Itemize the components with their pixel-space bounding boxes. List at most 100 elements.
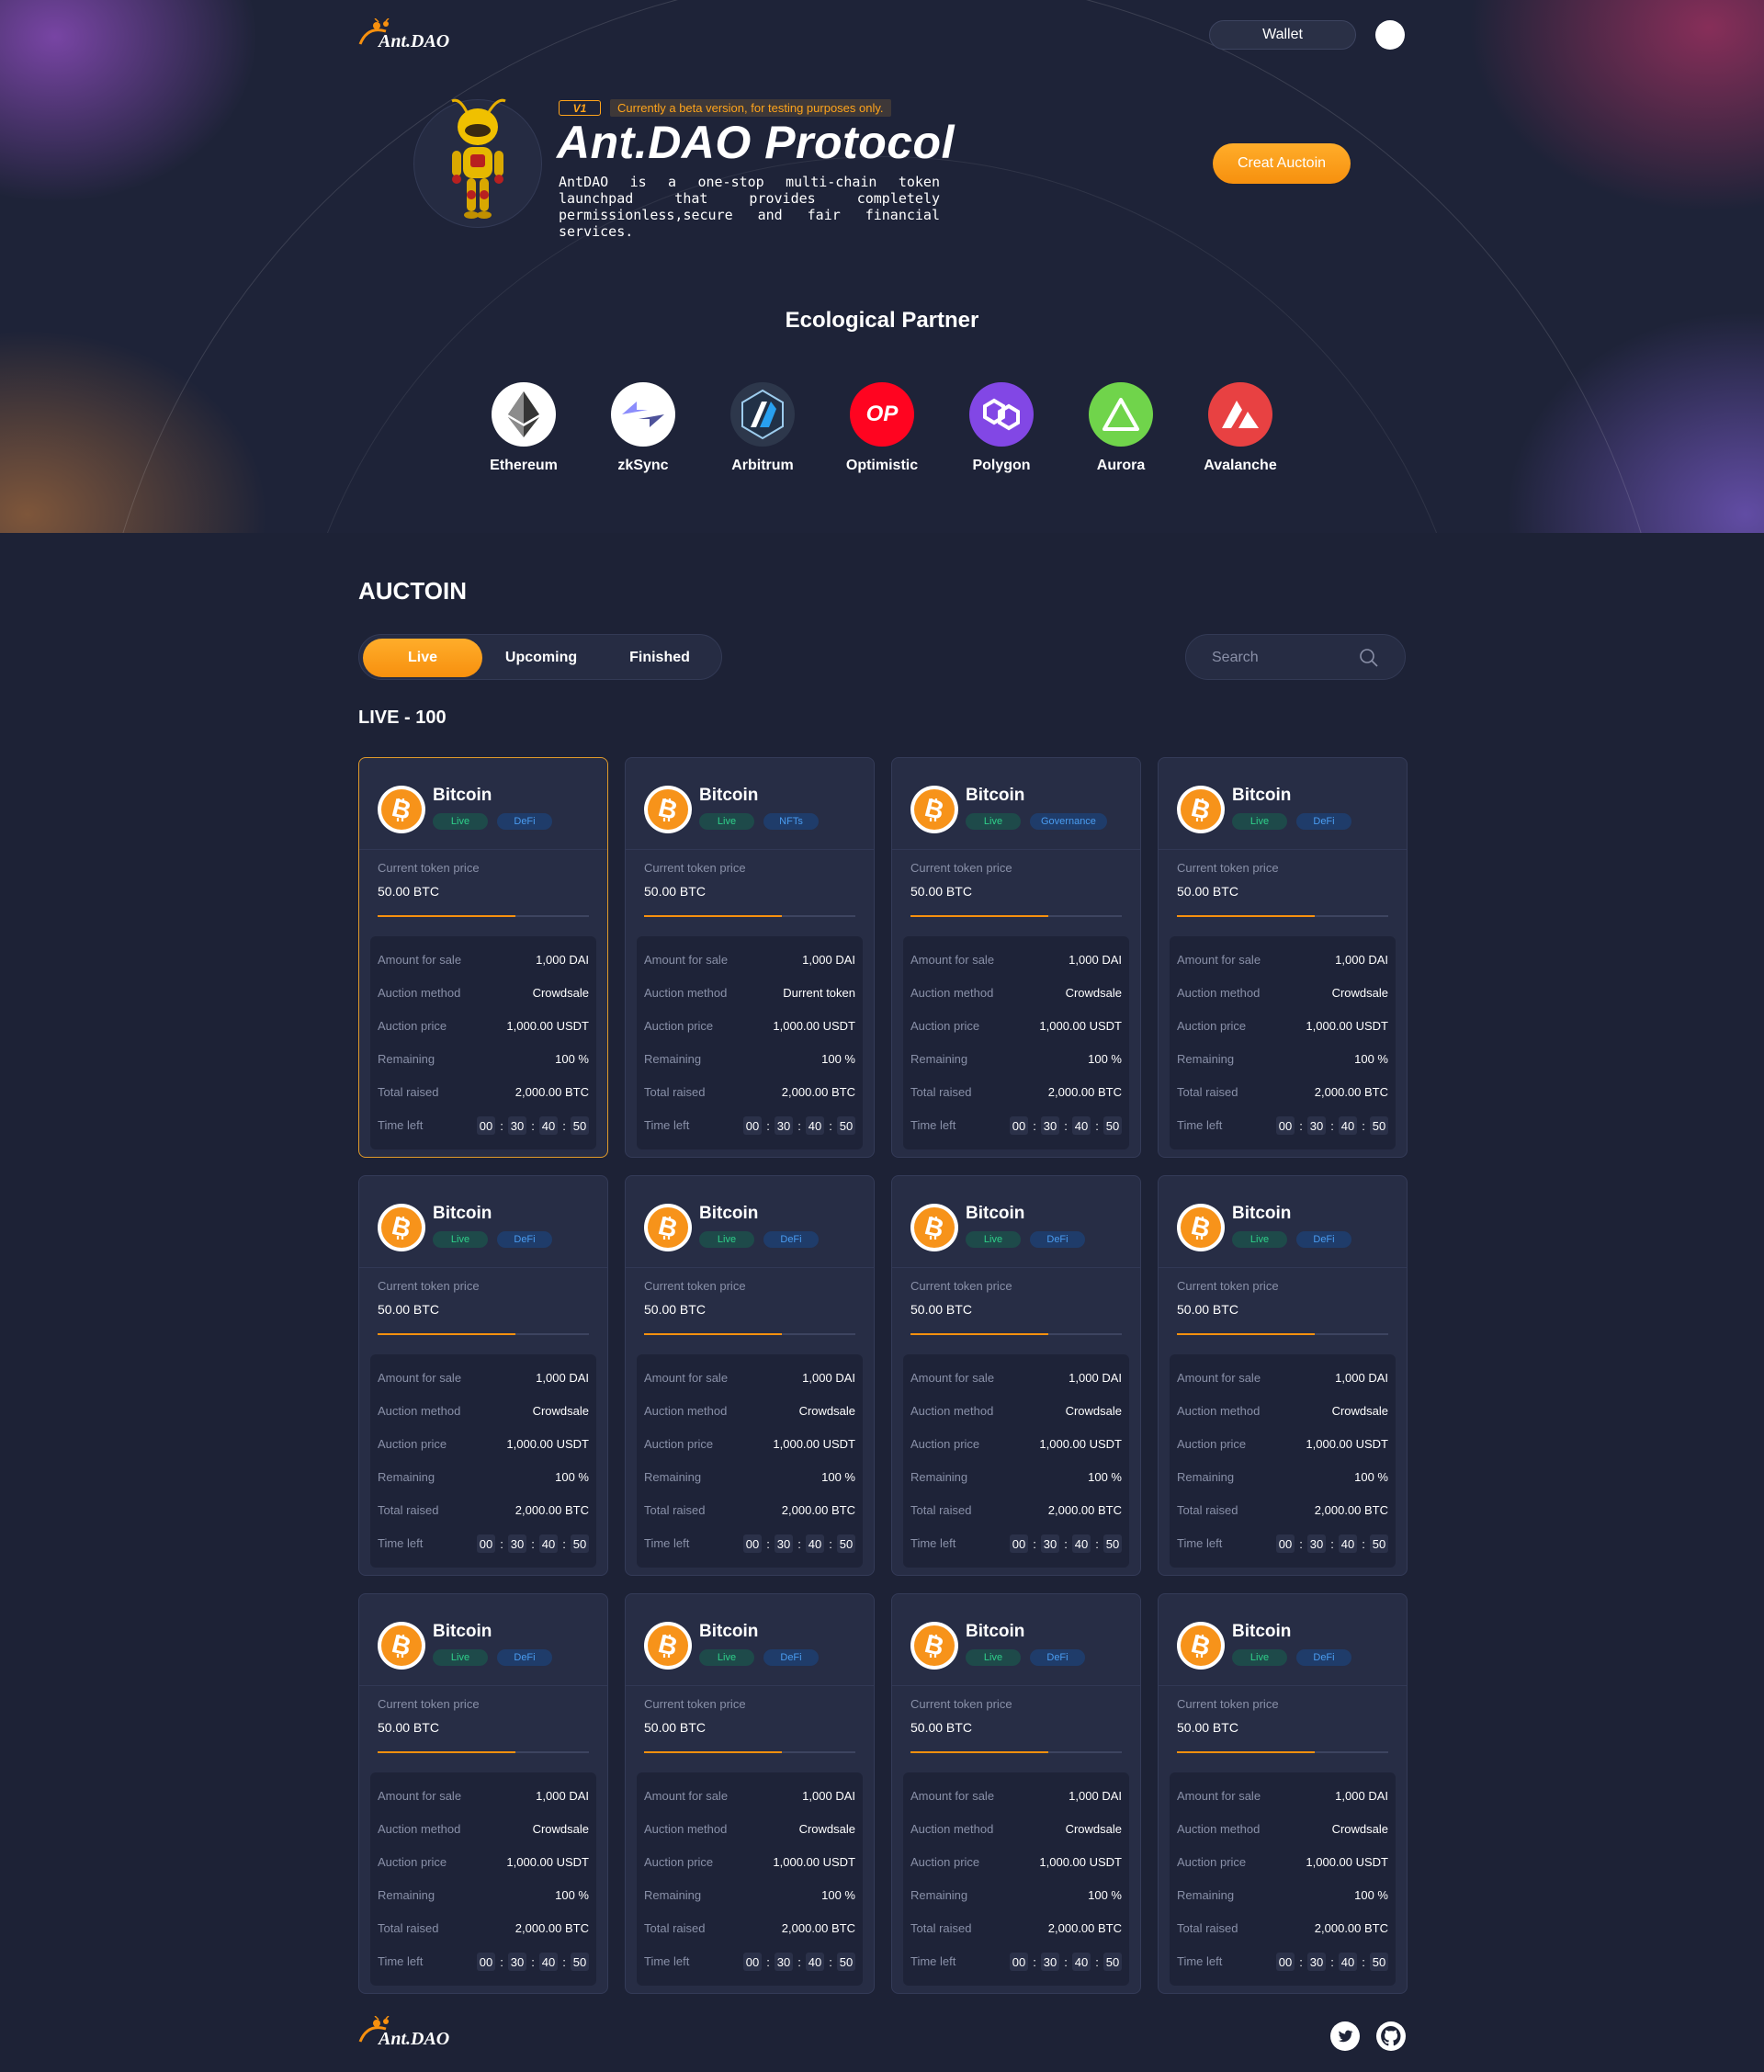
avatar[interactable] (1375, 20, 1405, 50)
progress-bar (910, 915, 1122, 917)
partner-name: Ethereum (490, 458, 558, 473)
partner-name: Avalanche (1204, 458, 1277, 473)
partner-aurora[interactable]: Aurora (1070, 382, 1171, 474)
create-auction-button[interactable]: Creat Auctoin (1213, 143, 1351, 184)
timer-seconds: 50 (1103, 1953, 1122, 1971)
detail-row-remaining: Remaining 100 % (910, 1886, 1122, 1905)
bitcoin-icon: B (644, 1622, 692, 1670)
auction-card[interactable]: B Bitcoin Live DeFi Current token price 50.00… (891, 1175, 1141, 1576)
detail-row-time-left: Time left 00:30:40:50 (910, 1953, 1122, 1971)
detail-label: Remaining (644, 1470, 702, 1484)
timer-hours: 30 (1041, 1116, 1059, 1135)
detail-label: Auction price (1177, 1437, 1247, 1451)
coin-name: Bitcoin (699, 1204, 759, 1223)
auction-details: Amount for sale 1,000 DAI Auction method Cr… (637, 1354, 863, 1568)
progress-fill (644, 1333, 782, 1335)
wallet-button[interactable]: Wallet (1209, 20, 1356, 50)
page-title: Ant.DAO Protocol (557, 117, 955, 168)
partner-arbitrum[interactable]: Arbitrum (712, 382, 813, 474)
detail-value: 2,000.00 BTC (1047, 1085, 1122, 1099)
search-input[interactable] (1212, 648, 1359, 668)
category-badge: DeFi (1030, 1649, 1085, 1666)
logo-text: Ant.DAO (379, 2029, 450, 2049)
card-header: B Bitcoin Live Governance (892, 758, 1140, 850)
auction-card[interactable]: B Bitcoin Live DeFi Current token price 50.00… (358, 1175, 608, 1576)
status-badge: Live (699, 813, 754, 830)
detail-row-time-left: Time left 00:30:40:50 (378, 1953, 589, 1971)
timer-separator: : (531, 1536, 535, 1551)
category-badge: DeFi (497, 1231, 552, 1248)
tab-live[interactable]: Live (363, 639, 482, 677)
detail-value: Crowdsale (798, 1404, 855, 1418)
card-header: B Bitcoin Live DeFi (359, 1594, 607, 1686)
search-icon[interactable] (1359, 648, 1379, 668)
partner-avalanche[interactable]: Avalanche (1190, 382, 1291, 474)
partner-optimism[interactable]: OP Optimistic (831, 382, 933, 474)
live-count: LIVE - 100 (358, 708, 447, 728)
detail-label: Time left (910, 1954, 956, 1968)
progress-fill (1177, 1333, 1315, 1335)
timer-separator: : (797, 1954, 801, 1969)
detail-row-method: Auction method Durrent token (644, 984, 855, 1002)
auction-card[interactable]: B Bitcoin Live DeFi Current token price 50.00… (891, 1593, 1141, 1994)
footer-logo[interactable]: Ant.DAO (358, 2016, 459, 2053)
auction-card[interactable]: B Bitcoin Live DeFi Current token price 50.00… (1158, 1175, 1408, 1576)
partner-polygon[interactable]: Polygon (951, 382, 1052, 474)
timer-seconds: 50 (837, 1116, 855, 1135)
detail-label: Time left (1177, 1536, 1223, 1550)
card-header: B Bitcoin Live DeFi (892, 1594, 1140, 1686)
timer-separator: : (1095, 1954, 1099, 1969)
timer-minutes: 40 (1339, 1534, 1357, 1553)
twitter-icon[interactable] (1330, 2021, 1360, 2051)
version-badge: V1 (559, 100, 601, 116)
detail-label: Amount for sale (378, 1789, 462, 1803)
tab-upcoming[interactable]: Upcoming (481, 639, 601, 677)
timer-separator: : (797, 1118, 801, 1133)
auction-card[interactable]: B Bitcoin Live DeFi Current token price 50.00… (358, 1593, 608, 1994)
progress-bar (644, 1333, 855, 1335)
coin-name: Bitcoin (966, 786, 1025, 805)
price-value: 50.00 BTC (1177, 1302, 1238, 1317)
card-header: B Bitcoin Live DeFi (892, 1176, 1140, 1268)
auction-card[interactable]: B Bitcoin Live DeFi Current token price 50.00… (625, 1593, 875, 1994)
timer-separator: : (500, 1536, 503, 1551)
detail-value: 100 % (821, 1052, 855, 1066)
partner-zksync[interactable]: zkSync (593, 382, 694, 474)
auction-card[interactable]: B Bitcoin Live DeFi Current token price 50.00… (1158, 1593, 1408, 1994)
partner-ethereum[interactable]: Ethereum (473, 382, 574, 474)
detail-label: Total raised (378, 1085, 439, 1099)
timer-days: 00 (1276, 1116, 1295, 1135)
github-icon[interactable] (1376, 2021, 1406, 2051)
detail-value: 2,000.00 BTC (514, 1503, 589, 1517)
header-logo[interactable]: Ant.DAO (358, 18, 459, 55)
progress-bar (910, 1751, 1122, 1753)
auction-card[interactable]: B Bitcoin Live DeFi Current token price 50.00… (625, 1175, 875, 1576)
auction-details: Amount for sale 1,000 DAI Auction method Cr… (370, 1354, 596, 1568)
detail-value: 2,000.00 BTC (1314, 1503, 1388, 1517)
auction-card[interactable]: B Bitcoin Live DeFi Current token price 50.00… (358, 757, 608, 1158)
price-label: Current token price (644, 1279, 746, 1293)
section-title: AUCTOIN (358, 577, 467, 605)
countdown-timer: 00:30:40:50 (743, 1116, 855, 1135)
detail-label: Total raised (644, 1503, 706, 1517)
countdown-timer: 00:30:40:50 (743, 1534, 855, 1553)
timer-separator: : (1064, 1954, 1068, 1969)
auction-card[interactable]: B Bitcoin Live NFTs Current token price 50.00… (625, 757, 875, 1158)
bitcoin-icon: B (644, 1204, 692, 1251)
detail-row-price: Auction price 1,000.00 USDT (1177, 1017, 1388, 1036)
tab-finished[interactable]: Finished (600, 639, 719, 677)
detail-value: 1,000 DAI (802, 953, 855, 967)
detail-label: Total raised (378, 1503, 439, 1517)
auction-card[interactable]: B Bitcoin Live Governance Current token pric… (891, 757, 1141, 1158)
detail-label: Time left (910, 1536, 956, 1550)
timer-separator: : (1362, 1118, 1365, 1133)
detail-row-raised: Total raised 2,000.00 BTC (910, 1919, 1122, 1938)
detail-value: 1,000 DAI (1069, 1371, 1122, 1385)
status-badge: Live (1232, 813, 1287, 830)
auction-card[interactable]: B Bitcoin Live DeFi Current token price 50.00… (1158, 757, 1408, 1158)
category-badge: DeFi (497, 813, 552, 830)
detail-label: Remaining (644, 1888, 702, 1902)
timer-separator: : (766, 1536, 770, 1551)
timer-seconds: 50 (1103, 1116, 1122, 1135)
timer-minutes: 40 (539, 1953, 558, 1971)
